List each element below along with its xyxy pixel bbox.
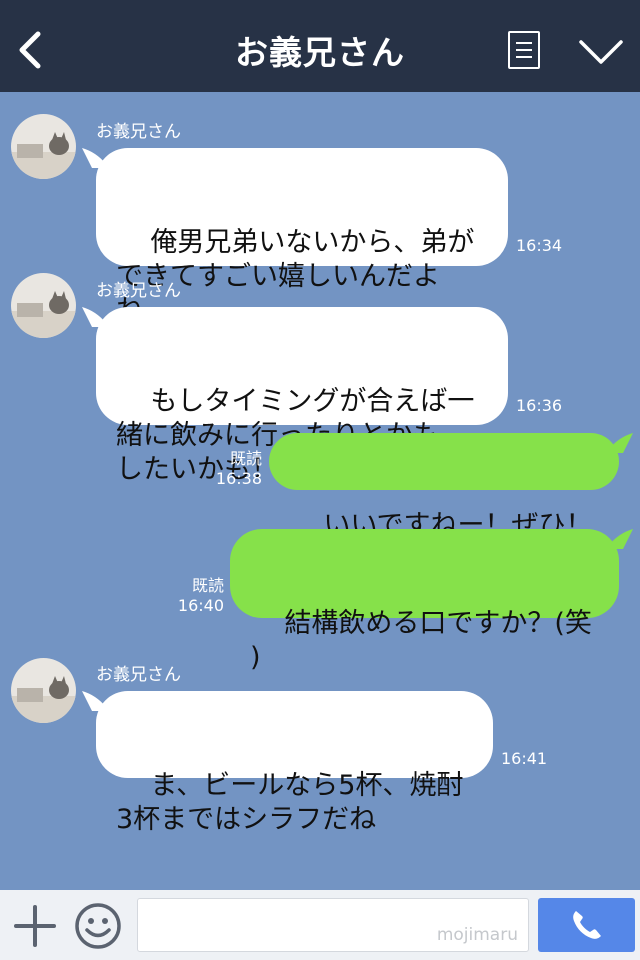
chevron-down-icon[interactable] (578, 38, 624, 66)
sender-name: お義兄さん (96, 665, 181, 685)
read-receipt: 既読 16:38 (212, 449, 262, 489)
read-label: 既読 (229, 449, 262, 468)
read-label: 既読 (191, 576, 224, 595)
message-bubble-incoming[interactable]: ま、ビールなら5杯、焼酎 3杯まではシラフだね (82, 691, 493, 835)
menu-list-icon[interactable] (508, 31, 540, 69)
message-time: 16:40 (177, 596, 224, 615)
sender-name: お義兄さん (96, 281, 181, 301)
chat-title: お義兄さん (235, 33, 405, 72)
call-button[interactable] (538, 898, 635, 952)
watermark-text: mojimaru (436, 925, 518, 945)
message-text: 結構飲める口ですか？(笑 ) (250, 608, 592, 673)
message-bubble-incoming[interactable]: もしタイミングが合えば一 緒に飲みに行ったりとかも したいかも！ (82, 307, 508, 485)
chat-header: お義兄さん (0, 0, 640, 92)
message-time: 16:38 (215, 469, 262, 488)
chat-area[interactable]: お義兄さん 俺男兄弟いないから、弟が できてすごい嬉しいんだよ ね 16:34 … (0, 92, 640, 890)
sender-name: お義兄さん (96, 122, 181, 142)
message-input[interactable]: mojimaru (137, 898, 529, 952)
message-text: ま、ビールなら5杯、焼酎 3杯まではシラフだね (116, 770, 464, 835)
message-time: 16:36 (516, 396, 563, 415)
read-receipt: 既読 16:40 (172, 576, 224, 616)
avatar[interactable] (11, 658, 76, 723)
message-time: 16:34 (516, 236, 563, 255)
message-bubble-outgoing[interactable]: 結構飲める口ですか？(笑 ) (230, 529, 633, 673)
message-bubble-incoming[interactable]: 俺男兄弟いないから、弟が できてすごい嬉しいんだよ ね (82, 148, 508, 326)
avatar[interactable] (11, 273, 76, 338)
message-time: 16:41 (501, 749, 548, 768)
message-bubble-outgoing[interactable]: いいですねー！ぜひ！ (269, 433, 633, 541)
plus-icon[interactable] (13, 904, 57, 948)
phone-icon (573, 911, 601, 939)
smile-icon[interactable] (73, 901, 123, 951)
avatar[interactable] (11, 114, 76, 179)
